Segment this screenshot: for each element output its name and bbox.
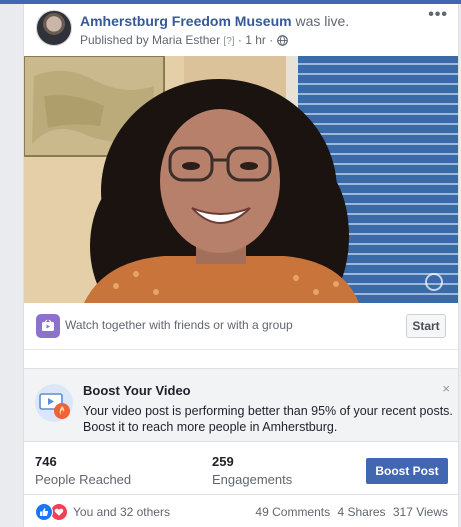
views-count[interactable]: 317 Views [393,505,448,519]
engagements-label: Engagements [212,472,293,487]
info-mark[interactable]: [?] [223,36,234,47]
post-meta: Published by Maria Esther [?] · 1 hr · [80,32,288,50]
more-options-button[interactable]: ••• [428,6,448,24]
live-status-text: was live. [295,13,350,29]
meta-separator-2: · [269,33,274,47]
reactions-text[interactable]: You and 32 others [73,505,170,519]
post-time[interactable]: 1 hr [245,33,266,47]
post-title-line: Amherstburg Freedom Museum was live. [80,12,349,30]
like-icon [35,503,53,521]
shares-count[interactable]: 4 Shares [337,505,385,519]
comments-count[interactable]: 49 Comments [255,505,330,519]
video-player[interactable] [24,56,458,303]
watch-party-icon[interactable] [36,314,60,338]
live-video-post-card: Amherstburg Freedom Museum was live. Pub… [23,4,459,527]
close-icon[interactable]: × [442,381,450,396]
video-frame [24,56,458,303]
people-reached-label: People Reached [35,472,132,487]
published-by-text[interactable]: Published by Maria Esther [80,33,220,47]
globe-icon [276,34,288,50]
page-avatar[interactable] [36,10,72,46]
boost-video-icon [34,383,74,423]
watch-together-text[interactable]: Watch together with friends or with a gr… [65,318,293,332]
divider [24,349,458,350]
boost-post-button[interactable]: Boost Post [366,458,448,484]
reactions-summary[interactable]: You and 32 others [35,502,170,522]
boost-description: Your video post is performing better tha… [83,404,453,434]
boost-video-panel: Boost Your Video Your video post is perf… [24,368,458,442]
divider [24,494,458,495]
people-reached-value[interactable]: 746 [35,454,57,469]
watch-together-row: Watch together with friends or with a gr… [24,304,458,348]
engagements-value[interactable]: 259 [212,454,234,469]
engagement-counts: 49 Comments 4 Shares 317 Views [255,505,448,519]
start-watch-party-button[interactable]: Start [406,314,446,338]
meta-separator: · [237,33,242,47]
boost-title: Boost Your Video [83,383,191,398]
page-name-link[interactable]: Amherstburg Freedom Museum [80,13,292,29]
